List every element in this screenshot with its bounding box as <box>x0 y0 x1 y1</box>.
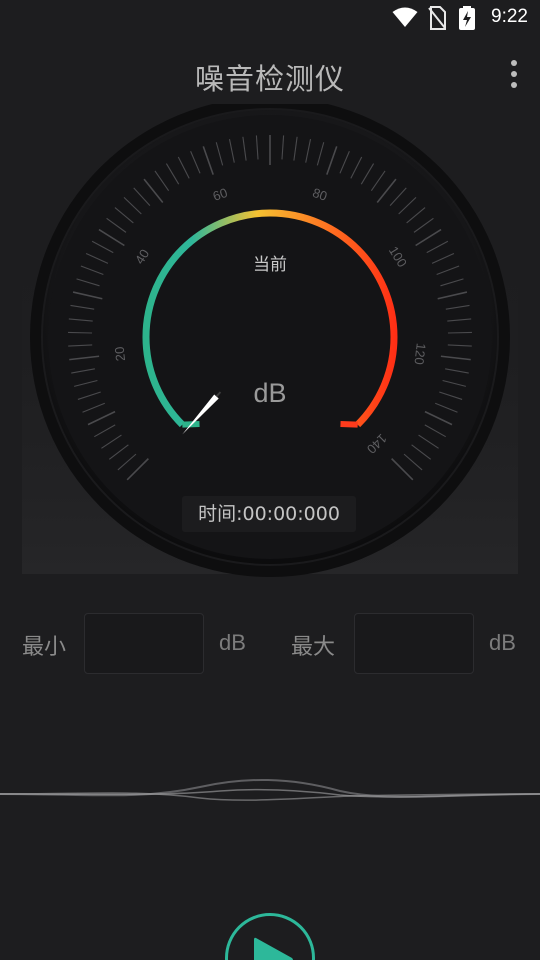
current-db-unit: dB <box>253 378 287 408</box>
min-max-row: 最小 dB 最大 dB <box>0 613 540 675</box>
current-label: 当前 <box>253 255 287 275</box>
app-screen: 9:22 噪音检测仪 20 40 60 80 100 120 140 当前 dB… <box>0 0 540 960</box>
wifi-icon <box>392 7 418 27</box>
audio-waveform <box>0 778 540 801</box>
timer-label: 时间: <box>198 503 243 525</box>
more-dot <box>511 82 517 88</box>
title-bar: 噪音检测仪 <box>0 44 540 104</box>
sound-meter-gauge: 20 40 60 80 100 120 140 当前 dB 时间:00:00:000 <box>0 104 540 584</box>
gauge-scale-label: 120 <box>411 342 428 365</box>
battery-charging-icon <box>459 6 475 30</box>
max-label: 最大 <box>291 635 336 660</box>
status-bar: 9:22 <box>0 0 540 36</box>
max-unit: dB <box>489 630 516 655</box>
status-time: 9:22 <box>491 6 528 27</box>
arc-end-right <box>340 421 358 428</box>
page-title: 噪音检测仪 <box>194 62 345 96</box>
min-unit: dB <box>219 630 246 655</box>
more-options-button[interactable] <box>502 56 526 92</box>
gauge-tick <box>68 331 93 334</box>
more-vert-icon <box>511 60 517 66</box>
min-label: 最小 <box>22 635 67 660</box>
min-value-box <box>84 613 204 674</box>
timer-value: 00:00:000 <box>242 503 340 525</box>
play-icon <box>254 937 293 960</box>
start-button[interactable] <box>225 913 315 960</box>
more-dot <box>511 71 517 77</box>
gauge-tick <box>447 331 472 334</box>
max-value-box <box>354 613 474 674</box>
timer-display: 时间:00:00:000 <box>182 496 356 532</box>
no-sim-icon <box>428 6 446 30</box>
gauge-face <box>48 115 492 559</box>
gauge-scale-label: 20 <box>112 346 129 362</box>
